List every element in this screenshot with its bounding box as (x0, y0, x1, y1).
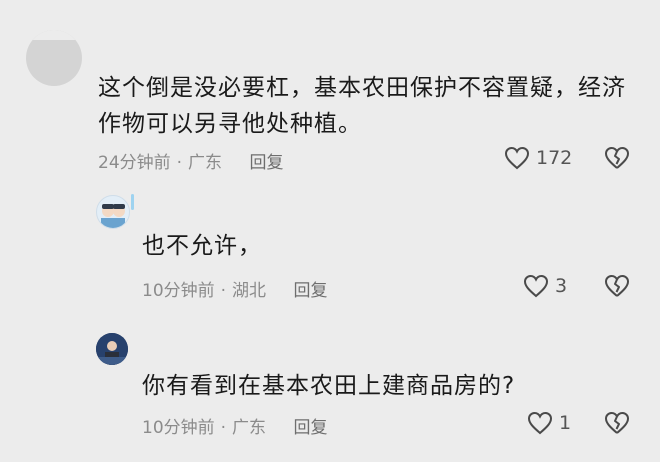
comment-text-line: 作物可以另寻他处种植。 (98, 111, 362, 137)
comment-location: 广东 (188, 153, 223, 173)
comment-location: 广东 (232, 418, 267, 438)
meta-separator: · (220, 281, 227, 301)
like-button[interactable]: 3 (523, 274, 567, 298)
comment-time: 24分钟前 (98, 153, 171, 173)
comment-text: 也不允许， (142, 233, 262, 259)
comment-location: 湖北 (232, 281, 267, 301)
heart-outline-icon (527, 411, 553, 435)
broken-heart-icon (604, 146, 630, 170)
reply-button[interactable]: 回复 (293, 418, 327, 438)
broken-heart-icon (604, 411, 630, 435)
comment-text-line: 这个倒是没必要杠，基本农田保护不容置疑，经济 (98, 75, 626, 101)
heart-outline-icon (504, 146, 530, 170)
avatar[interactable] (96, 195, 130, 229)
like-button[interactable]: 172 (504, 146, 572, 170)
heart-outline-icon (523, 274, 549, 298)
dislike-button[interactable] (604, 411, 630, 435)
avatar[interactable] (96, 333, 128, 365)
comment-time: 10分钟前 (142, 281, 215, 301)
reply-indicator (131, 194, 134, 210)
comment-text: 你有看到在基本农田上建商品房的? (142, 373, 516, 399)
meta-separator: · (176, 153, 183, 173)
comment-time: 10分钟前 (142, 418, 215, 438)
dislike-button[interactable] (604, 274, 630, 298)
comment-meta: 10分钟前 · 广东 回复 (142, 413, 327, 438)
avatar[interactable] (26, 30, 82, 86)
broken-heart-icon (604, 274, 630, 298)
comment-meta: 10分钟前 · 湖北 回复 (142, 276, 327, 301)
like-count: 172 (536, 147, 573, 169)
comment-text: 这个倒是没必要杠，基本农田保护不容置疑，经济 作物可以另寻他处种植。 (98, 70, 626, 142)
like-count: 3 (555, 275, 568, 297)
reply-button[interactable]: 回复 (293, 281, 327, 301)
meta-separator: · (220, 418, 227, 438)
like-count: 1 (559, 412, 572, 434)
dislike-button[interactable] (604, 146, 630, 170)
like-button[interactable]: 1 (527, 411, 571, 435)
comment-meta: 24分钟前 · 广东 回复 (98, 148, 283, 173)
reply-button[interactable]: 回复 (249, 153, 283, 173)
